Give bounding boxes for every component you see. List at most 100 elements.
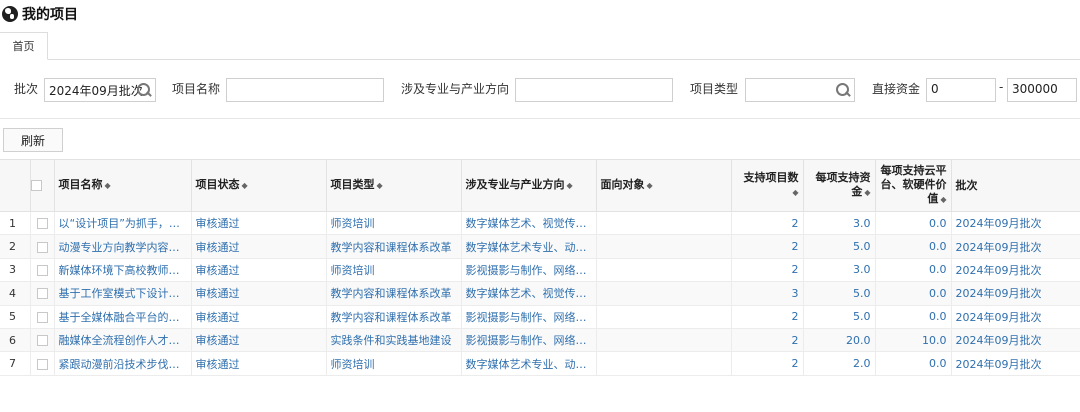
row-checkbox[interactable] [36,335,48,347]
table-row[interactable]: 2 动漫专业方向教学内容… 审核通过 教学内容和课程体系改革 数字媒体艺术专业、… [0,234,1080,259]
platform-value-cell: 0.0 [875,281,952,306]
sort-icon[interactable]: ◆ [105,181,111,190]
batch-cell: 2024年09月批次 [951,328,1080,353]
sort-icon[interactable]: ◆ [377,181,383,190]
major-cell: 影视摄影与制作、网络… [461,328,597,353]
row-checkbox[interactable] [36,358,48,370]
fund-max-input[interactable]: 300000 [1007,78,1077,102]
filter-bar: 批次 2024年09月批次 项目名称 涉及专业与产业方向 项目类型 直接资金 0… [0,72,1080,108]
column-header-type[interactable]: 项目类型 ◆ [326,159,462,212]
project-type-cell: 师资培训 [326,211,462,236]
fund-cell: 5.0 [803,234,876,259]
count-cell: 2 [731,328,804,353]
tab-home[interactable]: 首页 [0,32,48,60]
row-checkbox[interactable] [36,264,48,276]
platform-value-cell: 0.0 [875,351,952,376]
target-cell [596,211,732,236]
major-direction-input[interactable] [515,78,673,102]
project-status-cell: 审核通过 [191,328,327,353]
project-status-cell: 审核通过 [191,258,327,283]
batch-cell: 2024年09月批次 [951,234,1080,259]
globe-icon [2,6,18,22]
title-bar: 我的项目 [0,0,1080,28]
project-type-select[interactable] [745,78,855,102]
project-name-cell[interactable]: 动漫专业方向教学内容… [54,234,192,259]
table-row[interactable]: 7 紧跟动漫前沿技术步伐… 审核通过 师资培训 数字媒体艺术专业、动… 2 2.… [0,351,1080,376]
target-cell [596,281,732,306]
row-number: 6 [0,328,31,353]
table-row[interactable]: 1 以“设计项目”为抓手，提… 审核通过 师资培训 数字媒体艺术、视觉传… 2 … [0,211,1080,236]
sort-icon[interactable]: ◆ [864,188,870,197]
count-cell: 3 [731,281,804,306]
major-direction-label: 涉及专业与产业方向 [401,82,510,96]
project-status-cell: 审核通过 [191,234,327,259]
target-cell [596,258,732,283]
batch-cell: 2024年09月批次 [951,351,1080,376]
major-cell: 影视摄影与制作、网络… [461,258,597,283]
fund-cell: 20.0 [803,328,876,353]
project-status-cell: 审核通过 [191,281,327,306]
project-name-cell[interactable]: 新媒体环境下高校教师… [54,258,192,283]
project-name-cell[interactable]: 基于工作室模式下设计… [54,281,192,306]
sort-icon[interactable]: ◆ [567,181,573,190]
row-number: 4 [0,281,31,306]
major-cell: 数字媒体艺术专业、动… [461,234,597,259]
project-status-cell: 审核通过 [191,351,327,376]
project-type-cell: 教学内容和课程体系改革 [326,281,462,306]
fund-min-input[interactable]: 0 [926,78,996,102]
direct-fund-label: 直接资金 [872,82,921,96]
tab-bar: 首页 [0,32,1080,60]
table-row[interactable]: 4 基于工作室模式下设计… 审核通过 教学内容和课程体系改革 数字媒体艺术、视觉… [0,281,1080,306]
select-all-checkbox[interactable] [30,180,42,191]
column-header-target[interactable]: 面向对象 ◆ [596,159,732,212]
major-cell: 数字媒体艺术专业、动… [461,351,597,376]
platform-value-cell: 0.0 [875,258,952,283]
column-header-major[interactable]: 涉及专业与产业方向 ◆ [461,159,597,212]
project-name-input[interactable] [226,78,384,102]
project-table: 项目名称 ◆ 项目状态 ◆ 项目类型 ◆ 涉及专业与产业方向 ◆ 面向对象 ◆ 支持项目数… [0,159,1080,376]
sort-icon[interactable]: ◆ [647,181,653,190]
column-header-platform-value[interactable]: 每项支持云平台、软硬件价值 ◆ [875,159,952,212]
count-cell: 2 [731,234,804,259]
column-header-name[interactable]: 项目名称 ◆ [54,159,192,212]
row-checkbox[interactable] [36,218,48,230]
fund-cell: 2.0 [803,351,876,376]
row-checkbox[interactable] [36,288,48,300]
sort-icon[interactable]: ◆ [792,188,798,197]
search-icon[interactable] [836,83,850,97]
batch-cell: 2024年09月批次 [951,281,1080,306]
row-number: 2 [0,234,31,259]
count-cell: 2 [731,211,804,236]
project-name-cell[interactable]: 融媒体全流程创作人才… [54,328,192,353]
row-checkbox-cell [30,351,55,376]
sort-icon[interactable]: ◆ [940,195,946,204]
table-row[interactable]: 6 融媒体全流程创作人才… 审核通过 实践条件和实践基地建设 影视摄影与制作、网… [0,328,1080,353]
target-cell [596,234,732,259]
row-checkbox[interactable] [36,241,48,253]
table-header-row: 项目名称 ◆ 项目状态 ◆ 项目类型 ◆ 涉及专业与产业方向 ◆ 面向对象 ◆ 支持项目数… [0,159,1080,212]
count-cell: 2 [731,351,804,376]
project-name-cell[interactable]: 以“设计项目”为抓手，提… [54,211,192,236]
column-header-batch: 批次 [951,159,1080,212]
target-cell [596,305,732,329]
project-type-label: 项目类型 [690,82,739,96]
search-icon[interactable] [137,83,151,97]
target-cell [596,351,732,376]
project-type-cell: 师资培训 [326,351,462,376]
target-cell [596,328,732,353]
column-header-fund[interactable]: 每项支持资金 ◆ [803,159,876,212]
project-name-cell[interactable]: 紧跟动漫前沿技术步伐… [54,351,192,376]
table-row[interactable]: 5 基于全媒体融合平台的… 审核通过 教学内容和课程体系改革 影视摄影与制作、网… [0,305,1080,329]
project-type-cell: 教学内容和课程体系改革 [326,305,462,329]
column-header-count[interactable]: 支持项目数◆ [731,159,804,212]
table-row[interactable]: 3 新媒体环境下高校教师… 审核通过 师资培训 影视摄影与制作、网络… 2 3.… [0,258,1080,283]
refresh-button[interactable]: 刷新 [3,128,63,152]
batch-label: 批次 [14,82,39,96]
row-checkbox-cell [30,328,55,353]
fund-cell: 3.0 [803,258,876,283]
project-name-cell[interactable]: 基于全媒体融合平台的… [54,305,192,329]
column-header-status[interactable]: 项目状态 ◆ [191,159,327,212]
row-checkbox[interactable] [36,311,48,323]
sort-icon[interactable]: ◆ [242,181,248,190]
batch-select[interactable]: 2024年09月批次 [44,78,156,102]
